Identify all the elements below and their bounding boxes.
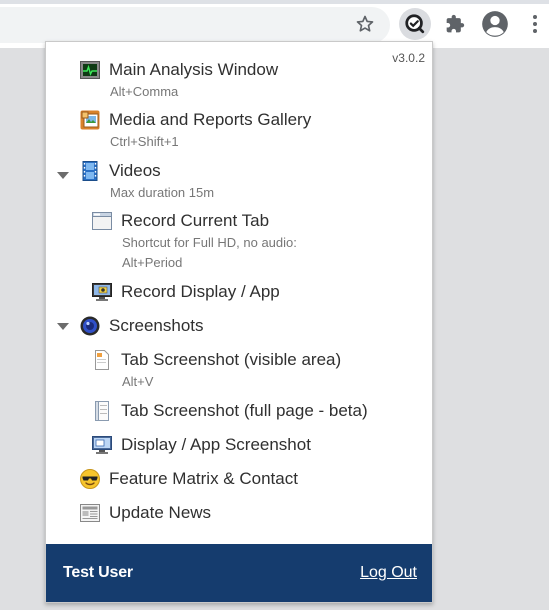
browser-menu-icon[interactable] <box>519 8 549 40</box>
analysis-window-icon <box>80 61 100 79</box>
extensions-puzzle-icon[interactable] <box>439 8 471 40</box>
sunglasses-emoji-icon <box>80 469 100 489</box>
user-name: Test User <box>63 564 133 581</box>
bookmark-star-icon[interactable] <box>349 8 381 40</box>
menu-item-tab-screenshot-visible[interactable]: Tab Screenshot (visible area) <box>92 350 341 370</box>
menu-item-media-reports-gallery[interactable]: Media and Reports Gallery <box>80 110 311 130</box>
menu-item-record-display-app[interactable]: Record Display / App <box>92 282 280 302</box>
section-screenshots[interactable]: Screenshots <box>80 316 204 336</box>
version-label: v3.0.2 <box>392 51 425 65</box>
newspaper-icon <box>80 504 100 522</box>
shortcut-hint: Alt+V <box>122 374 154 389</box>
menu-item-label: Feature Matrix & Contact <box>109 469 298 488</box>
menu-item-update-news[interactable]: Update News <box>80 503 211 523</box>
menu-item-label: Main Analysis Window <box>109 60 279 79</box>
page-icon <box>95 350 109 370</box>
collapse-caret-icon[interactable] <box>57 172 69 179</box>
section-videos[interactable]: Videos <box>80 161 161 181</box>
section-label: Videos <box>109 161 161 180</box>
menu-item-display-app-screenshot[interactable]: Display / App Screenshot <box>92 435 311 455</box>
monitor-record-icon <box>92 283 112 301</box>
menu-item-record-current-tab[interactable]: Record Current Tab <box>92 211 269 231</box>
menu-item-label: Update News <box>109 503 212 522</box>
menu-item-label: Tab Screenshot (full page - beta) <box>121 401 368 420</box>
menu-item-tab-screenshot-full-page[interactable]: Tab Screenshot (full page - beta) <box>92 401 368 421</box>
gallery-icon <box>80 110 100 130</box>
logout-link[interactable]: Log Out <box>360 564 417 582</box>
popup-footer: Test User Log Out <box>46 544 432 602</box>
menu-item-label: Record Current Tab <box>121 211 270 230</box>
collapse-caret-icon[interactable] <box>57 323 69 330</box>
browser-tab-icon <box>92 212 112 230</box>
extension-active-icon[interactable] <box>399 8 431 40</box>
menu-item-label: Display / App Screenshot <box>121 435 311 454</box>
tab-strip-edge <box>0 0 549 4</box>
menu-item-label: Tab Screenshot (visible area) <box>121 350 342 369</box>
section-label: Screenshots <box>109 316 204 335</box>
monitor-screenshot-icon <box>92 436 112 454</box>
menu-item-feature-matrix-contact[interactable]: Feature Matrix & Contact <box>80 469 298 489</box>
shortcut-hint: Shortcut for Full HD, no audio: <box>122 235 297 250</box>
menu-item-label: Media and Reports Gallery <box>109 110 312 129</box>
shortcut-hint: Alt+Period <box>122 255 183 270</box>
shortcut-hint: Ctrl+Shift+1 <box>110 134 179 149</box>
extension-popup: v3.0.2 Main Analysis Window Alt+Comma Me… <box>45 41 433 603</box>
menu-item-main-analysis-window[interactable]: Main Analysis Window <box>80 60 278 80</box>
camera-lens-icon <box>80 316 100 336</box>
menu-item-label: Record Display / App <box>121 282 280 301</box>
duration-hint: Max duration 15m <box>110 185 215 200</box>
shortcut-hint: Alt+Comma <box>110 84 179 99</box>
address-bar[interactable] <box>0 7 390 43</box>
profile-avatar-icon[interactable] <box>479 8 511 40</box>
full-page-icon <box>95 401 109 421</box>
film-icon <box>82 161 98 181</box>
